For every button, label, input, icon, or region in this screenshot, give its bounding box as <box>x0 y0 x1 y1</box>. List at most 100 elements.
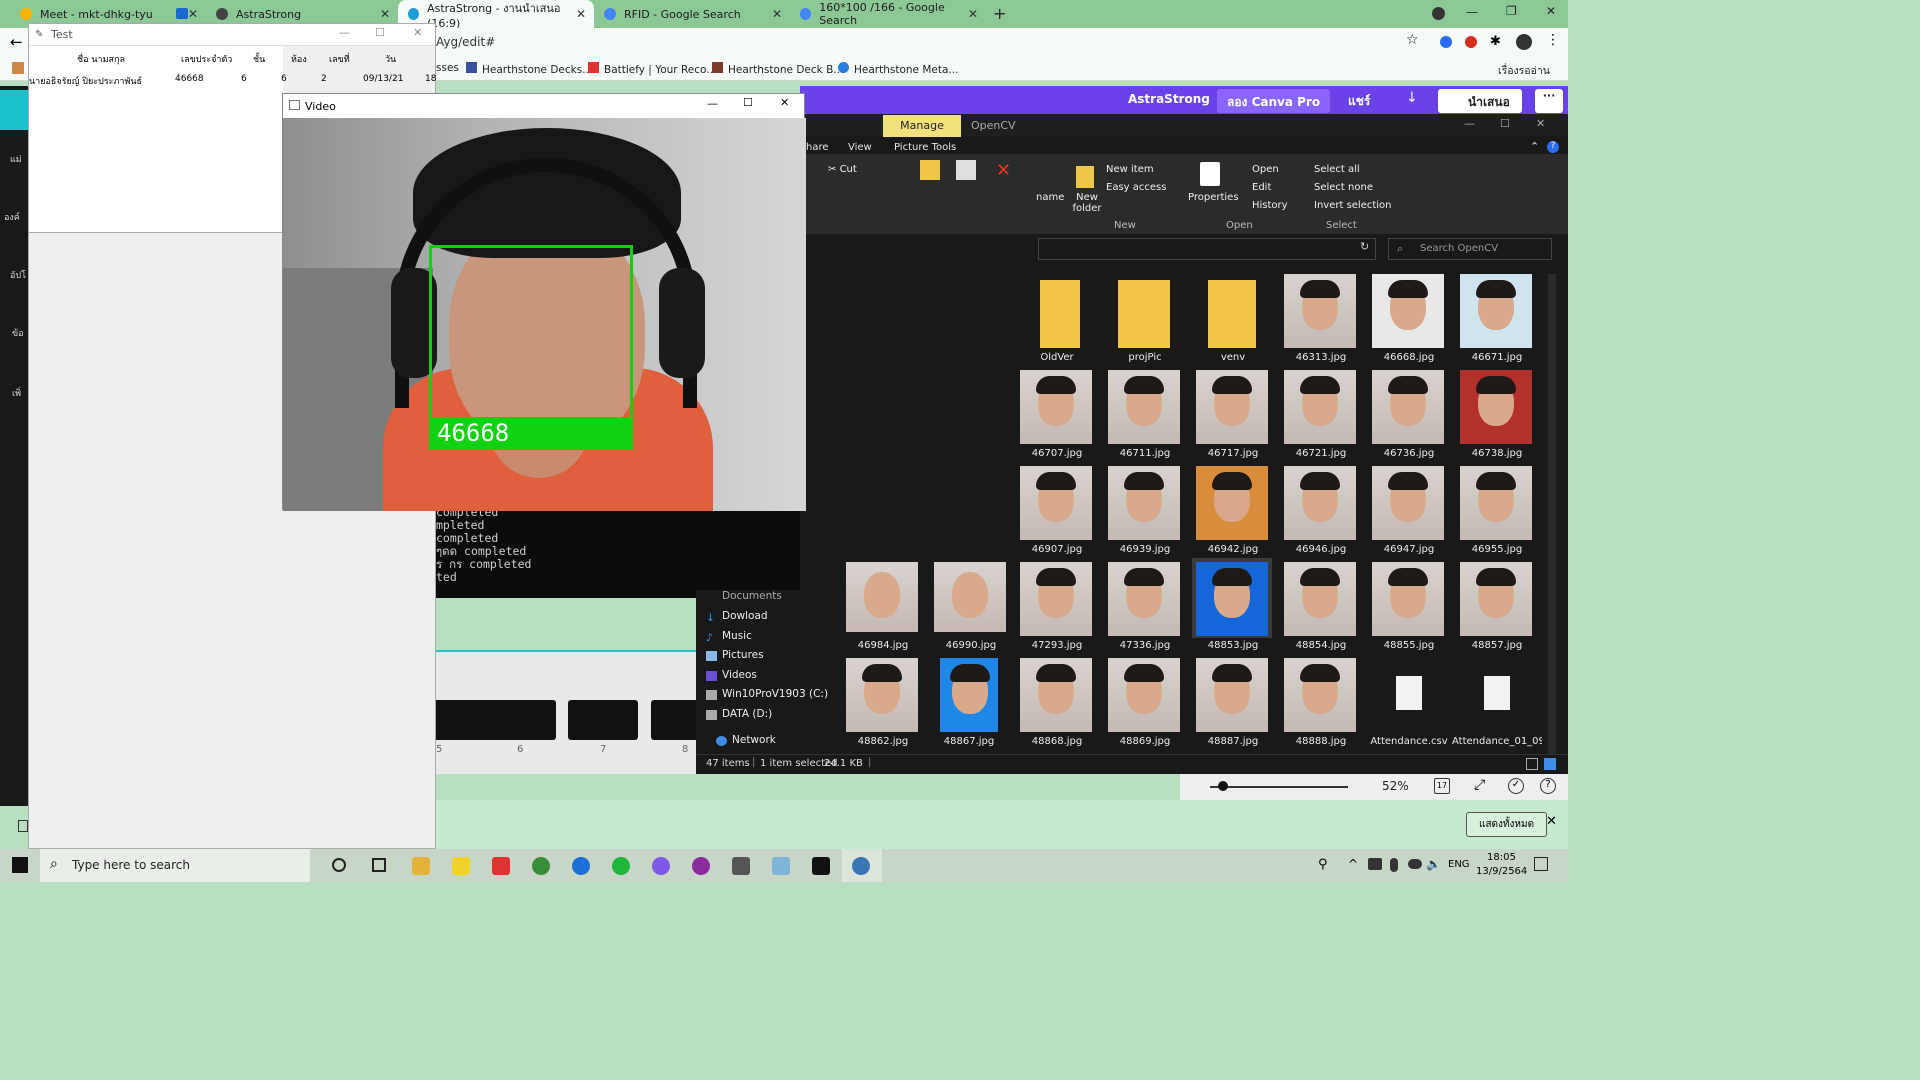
close-icon[interactable]: ✕ <box>576 7 586 21</box>
sidebar-label[interactable]: เพิ่ <box>12 386 21 400</box>
nav-item-dowload[interactable]: ↓ Dowload <box>706 610 768 624</box>
zoom-slider[interactable] <box>1210 786 1348 788</box>
photo-thumbnail[interactable] <box>940 658 998 732</box>
photo-thumbnail[interactable] <box>1284 370 1356 444</box>
nav-item-pictures[interactable]: Pictures <box>706 649 764 661</box>
photo-thumbnail[interactable] <box>1372 274 1444 348</box>
close-icon[interactable]: ✕ <box>188 7 198 21</box>
sidebar-label[interactable]: อัปโ <box>10 268 26 282</box>
photo-thumbnail[interactable] <box>934 562 1006 632</box>
nav-item-network[interactable]: Network <box>716 734 776 746</box>
file-name[interactable]: 46907.jpg <box>1012 544 1102 555</box>
bookmark-item[interactable]: Hearthstone Meta... <box>838 62 958 76</box>
file-name[interactable]: 46946.jpg <box>1276 544 1366 555</box>
fullscreen-icon[interactable]: ⤢ <box>1474 777 1485 793</box>
file-name[interactable]: 46984.jpg <box>838 640 928 651</box>
back-arrow-icon[interactable]: ← <box>10 33 23 51</box>
chrome-icon[interactable] <box>532 857 550 875</box>
tab-view[interactable]: View <box>848 142 872 153</box>
file-name[interactable]: 46668.jpg <box>1364 352 1454 363</box>
windows-start-icon[interactable] <box>12 857 28 873</box>
sticky-notes-icon[interactable] <box>452 857 470 875</box>
document-icon[interactable] <box>1396 676 1422 710</box>
photo-thumbnail[interactable] <box>1460 370 1532 444</box>
file-name[interactable]: 46942.jpg <box>1188 544 1278 555</box>
photo-thumbnail[interactable] <box>1460 274 1532 348</box>
properties-button[interactable]: Properties <box>1188 192 1239 203</box>
photo-thumbnail[interactable] <box>1372 370 1444 444</box>
photo-thumbnail[interactable] <box>1372 562 1444 636</box>
photo-thumbnail[interactable] <box>846 562 918 632</box>
minimize-button[interactable]: — <box>1464 117 1475 130</box>
puzzle-icon[interactable]: ✱ <box>1490 34 1501 49</box>
canva-doc-title[interactable]: AstraStrong <box>1128 92 1210 106</box>
close-button[interactable]: ✕ <box>780 96 789 109</box>
cortana-icon[interactable] <box>332 858 346 872</box>
calculator-icon[interactable] <box>732 857 750 875</box>
star-icon[interactable]: ☆ <box>1406 32 1419 48</box>
invert-selection-button[interactable]: Invert selection <box>1314 200 1392 211</box>
folder-icon[interactable] <box>1040 280 1080 348</box>
maximize-button[interactable]: ☐ <box>743 96 753 109</box>
maximize-button[interactable]: ☐ <box>375 26 385 39</box>
people-icon[interactable]: ⚲ <box>1318 857 1328 872</box>
file-name[interactable]: 48888.jpg <box>1276 736 1366 747</box>
new-item-button[interactable]: New item <box>1106 164 1154 175</box>
photo-thumbnail[interactable] <box>1020 562 1092 636</box>
photo-thumbnail[interactable] <box>1108 562 1180 636</box>
file-name[interactable]: 48868.jpg <box>1012 736 1102 747</box>
file-name[interactable]: 48853.jpg <box>1188 640 1278 651</box>
slide-thumbnail[interactable] <box>486 700 556 740</box>
photo-thumbnail[interactable] <box>1108 658 1180 732</box>
document-icon[interactable] <box>1484 676 1510 710</box>
search-box[interactable]: ⌕ Search OpenCV <box>1388 238 1552 260</box>
language-indicator[interactable]: ENG <box>1448 859 1470 870</box>
history-button[interactable]: History <box>1252 200 1288 211</box>
refresh-icon[interactable]: ↻ <box>1360 240 1369 253</box>
file-explorer-icon[interactable] <box>412 857 430 875</box>
open-button[interactable]: Open <box>1252 164 1279 175</box>
address-bar[interactable] <box>1038 238 1376 260</box>
clock-time[interactable]: 18:05 <box>1487 852 1516 863</box>
select-all-button[interactable]: Select all <box>1314 164 1360 175</box>
check-icon[interactable]: ✓ <box>1508 778 1524 794</box>
rename-button[interactable]: name <box>1036 192 1064 203</box>
minimize-button[interactable]: — <box>339 26 350 39</box>
photo-thumbnail[interactable] <box>1020 370 1092 444</box>
manage-tab[interactable]: Manage <box>883 115 961 137</box>
file-name[interactable]: 48869.jpg <box>1100 736 1190 747</box>
page-count[interactable]: 17 <box>1434 778 1450 794</box>
terminal-icon[interactable] <box>812 857 830 875</box>
file-name[interactable]: 48867.jpg <box>924 736 1014 747</box>
photo-thumbnail[interactable] <box>1196 370 1268 444</box>
file-name[interactable]: 48862.jpg <box>838 736 928 747</box>
zoom-level[interactable]: 52% <box>1382 779 1409 793</box>
file-name[interactable]: 46990.jpg <box>926 640 1016 651</box>
minimize-button[interactable]: — <box>707 97 718 110</box>
address-bar[interactable]: Ayg/edit# <box>436 35 495 49</box>
volume-icon[interactable]: 🔈 <box>1426 857 1441 871</box>
tab-picture-tools[interactable]: Picture Tools <box>894 142 956 153</box>
photo-thumbnail[interactable] <box>1284 466 1356 540</box>
maximize-button[interactable]: ☐ <box>1500 117 1510 130</box>
nav-item-music[interactable]: ♪ Music <box>706 630 752 644</box>
photo-thumbnail[interactable] <box>1020 658 1092 732</box>
bookmark-item[interactable]: sses <box>436 62 459 74</box>
file-name[interactable]: 47293.jpg <box>1012 640 1102 651</box>
file-name[interactable]: 46947.jpg <box>1364 544 1454 555</box>
photo-thumbnail[interactable] <box>1284 274 1356 348</box>
tab-share[interactable]: hare <box>806 142 829 153</box>
file-name[interactable]: Attendance.csv <box>1364 736 1454 747</box>
photo-thumbnail[interactable] <box>1460 466 1532 540</box>
close-icon[interactable]: ✕ <box>1546 814 1557 829</box>
folder-icon[interactable] <box>1118 280 1170 348</box>
close-icon[interactable]: ✕ <box>968 7 978 21</box>
notifications-icon[interactable] <box>1534 857 1548 871</box>
chevron-up-icon[interactable]: ^ <box>1348 857 1358 871</box>
photo-thumbnail[interactable] <box>1196 658 1268 732</box>
opera-icon[interactable] <box>1465 36 1477 48</box>
photo-thumbnail[interactable] <box>846 658 918 732</box>
task-view-icon[interactable] <box>372 858 386 872</box>
slide-thumbnail[interactable] <box>568 700 638 740</box>
close-icon[interactable]: ✕ <box>380 7 390 21</box>
